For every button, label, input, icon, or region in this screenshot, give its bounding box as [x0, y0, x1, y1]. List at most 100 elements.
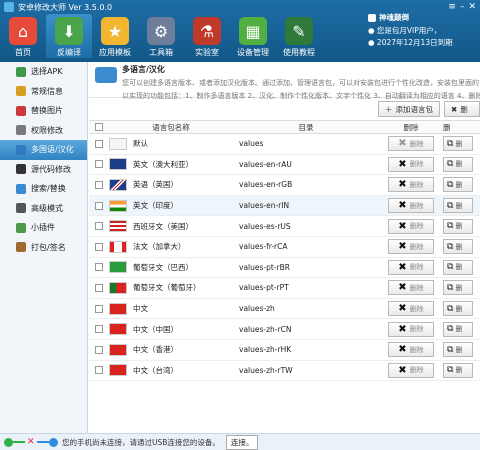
row-checkbox[interactable] — [95, 366, 103, 375]
row-checkbox[interactable] — [95, 304, 103, 313]
translate-icon: ⧉ — [447, 200, 454, 211]
sidebar-item[interactable]: 选择APK — [0, 62, 87, 82]
row-extra-button[interactable]: ⧉ 删 — [443, 342, 473, 358]
row-delete-button[interactable]: ✖ 删除 — [388, 321, 434, 337]
extra-label: 删 — [455, 201, 463, 210]
row-extra-button[interactable]: ⧉ 删 — [443, 301, 473, 317]
row-checkbox[interactable] — [95, 242, 103, 251]
close-icon[interactable]: ✕ — [468, 2, 476, 12]
table-row[interactable]: 中文（香港） values-zh-rHK ✖ 删除 ⧉ 删 — [89, 340, 480, 361]
row-checkbox[interactable] — [95, 160, 103, 169]
toolbar-item[interactable]: ▦ 设备管理 — [230, 14, 276, 58]
sidebar-item[interactable]: 常规信息 — [0, 82, 87, 102]
row-checkbox[interactable] — [95, 345, 103, 354]
delete-label: 删除 — [409, 201, 424, 210]
toolbar-item[interactable]: ⚙ 工具箱 — [138, 14, 184, 58]
table-row[interactable]: 葡萄牙文（巴西） values-pt-rBR ✖ 删除 ⧉ 删 — [89, 258, 480, 279]
connect-button[interactable]: 连接。 — [225, 434, 259, 450]
row-extra-button[interactable]: ⧉ 删 — [443, 239, 473, 255]
sidebar-icon — [16, 183, 26, 194]
row-checkbox[interactable] — [95, 263, 103, 272]
delete-icon: ✖ — [398, 158, 407, 170]
news-line[interactable]: ● 2027年12月13日到期 — [368, 37, 480, 48]
table-row[interactable]: 默认 values ✖ 删除 ⧉ 删 — [89, 134, 480, 155]
table-row[interactable]: 法文（加拿大） values-fr-rCA ✖ 删除 ⧉ 删 — [89, 237, 480, 258]
toolbar-item[interactable]: ✎ 使用教程 — [276, 14, 322, 58]
row-delete-button[interactable]: ✖ 删除 — [388, 342, 434, 358]
window-controls: ≡ – ✕ — [448, 2, 476, 12]
flag-icon — [109, 220, 127, 233]
sidebar-icon — [16, 144, 26, 155]
table-row[interactable]: 中文（台湾） values-zh-rTW ✖ 删除 ⧉ 删 — [89, 361, 480, 382]
toolbar-label: 使用教程 — [283, 48, 315, 57]
language-icon — [95, 67, 117, 83]
news-line[interactable]: ● 您是包月VIP用户， — [368, 25, 480, 36]
sidebar-item[interactable]: 小插件 — [0, 218, 87, 238]
row-extra-button[interactable]: ⧉ 删 — [443, 321, 473, 337]
select-all-checkbox[interactable] — [95, 123, 103, 131]
news-title: 神魂颠倒 — [379, 13, 409, 22]
main-panel: 多语言/汉化 您可以创建多语言版本、或者添加汉化版本。通过添加、管理语言包，可以… — [89, 62, 480, 433]
row-delete-button[interactable]: ✖ 删除 — [388, 301, 434, 317]
language-name: 英文（印度） — [133, 201, 178, 211]
sidebar-item[interactable]: 搜索/替换 — [0, 179, 87, 199]
sidebar-item[interactable]: 高级模式 — [0, 199, 87, 219]
sidebar-icon — [16, 86, 26, 97]
toolbar-item[interactable]: ★ 应用模板 — [92, 14, 138, 58]
table-row[interactable]: 葡萄牙文（葡萄牙） values-pt-rPT ✖ 删除 ⧉ 删 — [89, 278, 480, 299]
row-extra-button[interactable]: ⧉ 删 — [443, 198, 473, 214]
table-row[interactable]: 英文（澳大利亚） values-en-rAU ✖ 删除 ⧉ 删 — [89, 155, 480, 176]
row-delete-button[interactable]: ✖ 删除 — [388, 362, 434, 378]
table-row[interactable]: 中文 values-zh ✖ 删除 ⧉ 删 — [89, 299, 480, 320]
row-extra-button[interactable]: ⧉ 删 — [443, 136, 473, 152]
sidebar-item[interactable]: 权限修改 — [0, 121, 87, 141]
table-header: 语言包名称 目录 删除 删 — [89, 120, 480, 134]
add-language-button[interactable]: ＋添加语言包 — [378, 101, 440, 117]
row-delete-button[interactable]: ✖ 删除 — [388, 177, 434, 193]
delete-icon: ✖ — [398, 179, 407, 191]
sidebar-item-label: 高级模式 — [31, 203, 63, 213]
row-extra-button[interactable]: ⧉ 删 — [443, 280, 473, 296]
directory-name: values-en-rIN — [239, 201, 290, 211]
row-extra-button[interactable]: ⧉ 删 — [443, 156, 473, 172]
toolbar-icon: ⚗ — [193, 17, 221, 45]
row-extra-button[interactable]: ⧉ 删 — [443, 362, 473, 378]
row-extra-button[interactable]: ⧉ 删 — [443, 218, 473, 234]
toolbar-icon: ⬇ — [55, 17, 83, 45]
device-icon — [4, 437, 13, 447]
toolbar-label: 设备管理 — [237, 48, 269, 57]
toolbar-item[interactable]: ⚗ 实验室 — [184, 14, 230, 58]
menu-icon[interactable]: ≡ — [448, 2, 456, 12]
row-checkbox[interactable] — [95, 325, 103, 334]
row-checkbox[interactable] — [95, 180, 103, 189]
row-delete-button[interactable]: ✖ 删除 — [388, 198, 434, 214]
table-row[interactable]: 中文（中国） values-zh-rCN ✖ 删除 ⧉ 删 — [89, 319, 480, 340]
row-delete-button[interactable]: ✖ 删除 — [388, 156, 434, 172]
row-extra-button[interactable]: ⧉ 删 — [443, 259, 473, 275]
disconnected-icon: ✕ — [27, 437, 35, 447]
row-checkbox[interactable] — [95, 139, 103, 148]
row-delete-button[interactable]: ✖ 删除 — [388, 239, 434, 255]
row-checkbox[interactable] — [95, 283, 103, 292]
table-row[interactable]: 英文（印度） values-en-rIN ✖ 删除 ⧉ 删 — [89, 195, 480, 217]
sidebar-item[interactable]: 多国语/汉化 — [0, 140, 87, 160]
toolbar-icon: ★ — [101, 17, 129, 45]
table-row[interactable]: 西班牙文（美国） values-es-rUS ✖ 删除 ⧉ 删 — [89, 216, 480, 237]
minimize-icon[interactable]: – — [460, 2, 465, 12]
toolbar-item[interactable]: ⬇ 反编译 — [46, 14, 92, 58]
row-checkbox[interactable] — [95, 201, 103, 210]
table-row[interactable]: 英语（英国） values-en-rGB ✖ 删除 ⧉ 删 — [89, 175, 480, 196]
row-extra-button[interactable]: ⧉ 删 — [443, 177, 473, 193]
row-delete-button[interactable]: ✖ 删除 — [388, 259, 434, 275]
sidebar-item-label: 权限修改 — [31, 125, 63, 135]
row-delete-button[interactable]: ✖ 删除 — [388, 218, 434, 234]
toolbar-item[interactable]: ⌂ 首页 — [0, 14, 46, 58]
row-delete-button[interactable]: ✖ 删除 — [388, 280, 434, 296]
row-delete-button[interactable]: ✖ 删除 — [388, 136, 434, 152]
sidebar-item[interactable]: 替换图片 — [0, 101, 87, 121]
row-checkbox[interactable] — [95, 222, 103, 231]
sidebar-item[interactable]: 源代码修改 — [0, 160, 87, 180]
flag-icon — [109, 158, 127, 171]
sidebar-item[interactable]: 打包/签名 — [0, 238, 87, 258]
delete-button[interactable]: ✖ 删 — [444, 101, 480, 117]
